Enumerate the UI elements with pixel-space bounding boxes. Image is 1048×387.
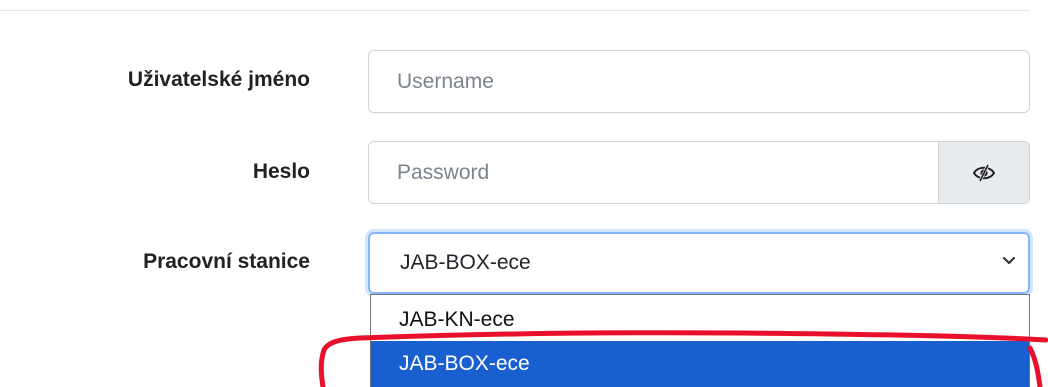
toggle-password-visibility-button[interactable] — [938, 141, 1030, 204]
password-input[interactable] — [368, 141, 940, 204]
workstation-select[interactable]: JAB-BOX-ece — [368, 232, 1030, 294]
chevron-down-icon — [1002, 256, 1016, 265]
workstation-dropdown-list: JAB-KN-ece JAB-BOX-ece — [370, 294, 1030, 387]
top-divider — [0, 10, 1030, 11]
dropdown-option-highlighted[interactable]: JAB-BOX-ece — [371, 341, 1029, 387]
password-label: Heslo — [252, 160, 310, 183]
username-input[interactable] — [368, 50, 1030, 113]
username-label: Uživatelské jméno — [127, 68, 310, 91]
eye-slash-icon — [973, 163, 995, 182]
workstation-selected-value: JAB-BOX-ece — [400, 251, 531, 274]
workstation-label: Pracovní stanice — [143, 250, 310, 273]
dropdown-option[interactable]: JAB-KN-ece — [371, 297, 1029, 343]
